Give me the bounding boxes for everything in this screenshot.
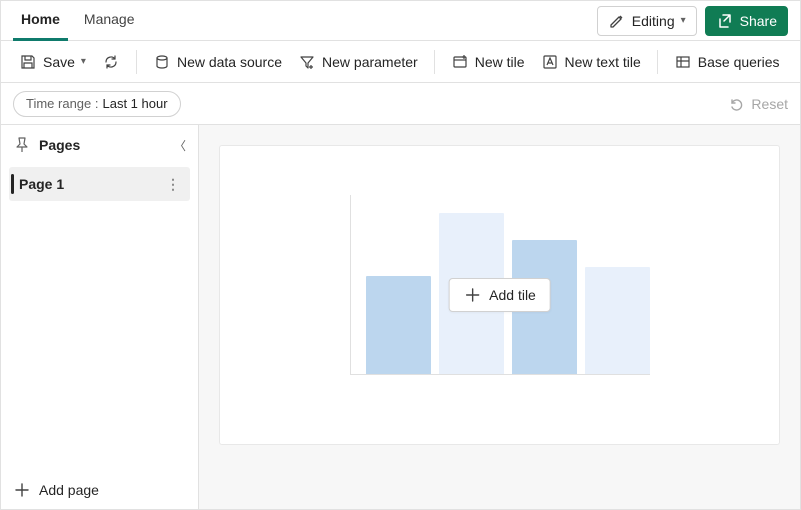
time-range-value: Last 1 hour	[103, 96, 168, 111]
save-icon	[19, 53, 37, 71]
ghost-bar	[585, 267, 650, 374]
reset-label: Reset	[751, 96, 788, 112]
toolbar: Save ▾ New data source New parameter	[1, 41, 800, 83]
add-tile-label: Add tile	[489, 287, 536, 303]
pages-header: Pages 〈	[1, 125, 198, 165]
plus-icon	[463, 286, 481, 304]
add-page-label: Add page	[39, 482, 99, 498]
tab-home[interactable]: Home	[13, 1, 68, 41]
new-text-tile-button[interactable]: New text tile	[535, 49, 647, 75]
add-page-button[interactable]: Add page	[1, 469, 198, 509]
page-item-label: Page 1	[19, 176, 64, 192]
content: Pages 〈 Page 1 ⋮ Add page	[1, 125, 800, 509]
undo-icon	[727, 95, 745, 113]
collapse-sidebar-button[interactable]: 〈	[174, 137, 186, 154]
share-button[interactable]: Share	[705, 6, 788, 36]
page-item[interactable]: Page 1 ⋮	[9, 167, 190, 201]
filter-row: Time range : Last 1 hour Reset	[1, 83, 800, 125]
pencil-icon	[608, 12, 626, 30]
tab-row: Home Manage Editing ▾ Share	[1, 1, 800, 41]
canvas-area: Add tile	[199, 125, 800, 509]
base-queries-button[interactable]: Base queries	[668, 49, 786, 75]
app-root: Home Manage Editing ▾ Share Save ▾	[0, 0, 801, 510]
separator	[657, 50, 658, 74]
save-button[interactable]: Save ▾	[13, 49, 92, 75]
new-data-source-button[interactable]: New data source	[147, 49, 288, 75]
chevron-down-icon: ▾	[681, 15, 686, 26]
pages-title: Pages	[39, 137, 166, 153]
ghost-axis-y	[350, 195, 351, 375]
ghost-bar	[366, 276, 431, 374]
new-parameter-button[interactable]: New parameter	[292, 49, 424, 75]
tab-manage[interactable]: Manage	[76, 1, 143, 41]
pin-icon	[13, 136, 31, 154]
time-range-prefix: Time range :	[26, 96, 99, 111]
separator	[434, 50, 435, 74]
editing-button[interactable]: Editing ▾	[597, 6, 697, 36]
new-parameter-label: New parameter	[322, 54, 418, 70]
editing-label: Editing	[632, 13, 675, 29]
time-range-pill[interactable]: Time range : Last 1 hour	[13, 91, 181, 117]
refresh-icon	[102, 53, 120, 71]
add-tile-button[interactable]: Add tile	[448, 278, 551, 312]
separator	[136, 50, 137, 74]
page-item-more-button[interactable]: ⋮	[162, 174, 184, 195]
new-data-source-label: New data source	[177, 54, 282, 70]
sidebar-spacer	[1, 203, 198, 469]
filter-icon	[298, 53, 316, 71]
database-icon	[153, 53, 171, 71]
dashboard-canvas[interactable]: Add tile	[219, 145, 780, 445]
new-tile-label: New tile	[475, 54, 525, 70]
text-tile-icon	[541, 53, 559, 71]
chevron-down-icon: ▾	[81, 56, 86, 67]
share-icon	[716, 12, 734, 30]
refresh-button[interactable]	[96, 49, 126, 75]
new-tile-button[interactable]: New tile	[445, 49, 531, 75]
new-text-tile-label: New text tile	[565, 54, 641, 70]
save-label: Save	[43, 54, 75, 70]
share-label: Share	[740, 13, 777, 29]
base-queries-label: Base queries	[698, 54, 780, 70]
tile-icon	[451, 53, 469, 71]
ghost-axis-x	[350, 374, 650, 375]
plus-icon	[13, 481, 31, 499]
pages-sidebar: Pages 〈 Page 1 ⋮ Add page	[1, 125, 199, 509]
reset-button[interactable]: Reset	[727, 95, 788, 113]
table-icon	[674, 53, 692, 71]
